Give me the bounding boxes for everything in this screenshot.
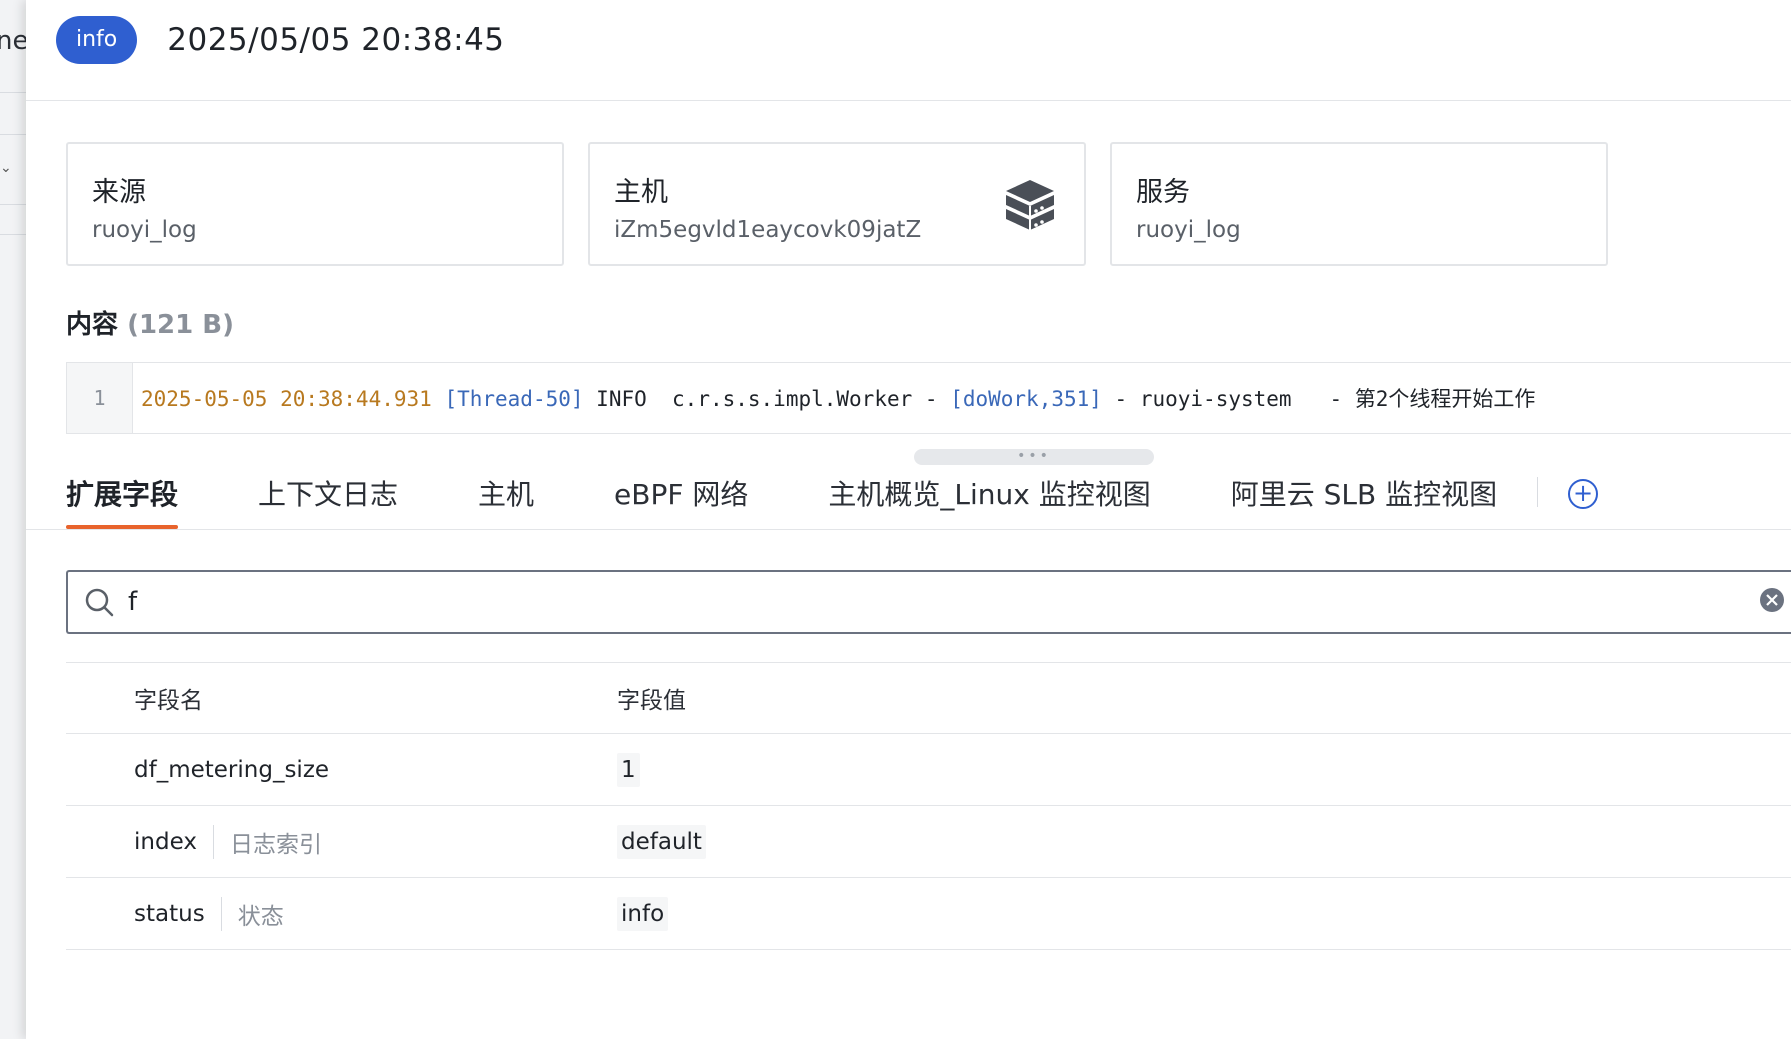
field-name-cell: index 日志索引	[66, 824, 617, 859]
log-line[interactable]: 2025-05-05 20:38:44.931 [Thread-50] INFO…	[133, 383, 1535, 413]
source-card: 来源 ruoyi_log	[66, 142, 564, 266]
source-label: 来源	[92, 177, 146, 208]
source-value: ruoyi_log	[92, 217, 197, 243]
service-label: 服务	[1136, 177, 1190, 208]
divider	[0, 92, 26, 93]
field-search-box[interactable]	[66, 570, 1791, 634]
field-value[interactable]: 1	[617, 752, 640, 787]
service-card: 服务 ruoyi_log	[1110, 142, 1608, 266]
divider	[0, 234, 26, 235]
log-timestamp: 2025/05/05 20:38:45	[167, 22, 505, 58]
log-line-level: INFO c.r.s.s.impl.Worker -	[583, 387, 951, 411]
chevron-down-icon[interactable]: ⌄	[0, 160, 12, 176]
log-line-method: [doWork,351]	[950, 387, 1102, 411]
log-line-thread: [Thread-50]	[444, 387, 584, 411]
content-size: (121 B)	[127, 310, 234, 340]
field-value-cell: 1	[617, 752, 640, 787]
field-value[interactable]: info	[617, 896, 669, 931]
field-name-cell: status 状态	[66, 896, 617, 931]
tab-context-logs[interactable]: 上下文日志	[258, 473, 398, 529]
tab-aliyun-slb[interactable]: 阿里云 SLB 监控视图	[1231, 473, 1497, 529]
detail-tabs: 扩展字段 上下文日志 主机 eBPF 网络 主机概览_Linux 监控视图 阿里…	[26, 460, 1791, 530]
content-title-text: 内容	[66, 310, 119, 340]
tab-extended-fields[interactable]: 扩展字段	[66, 473, 179, 529]
field-alias: 日志索引	[212, 824, 322, 859]
host-value: iZm5egvld1eaycovk09jatZ	[614, 217, 922, 243]
table-row[interactable]: index 日志索引 default	[66, 806, 1791, 878]
table-row[interactable]: df_metering_size 1	[66, 734, 1791, 806]
log-content-viewer[interactable]: 1 2025-05-05 20:38:44.931 [Thread-50] IN…	[66, 362, 1791, 434]
field-name: status	[134, 900, 205, 927]
background-page-strip: ne ⌄	[0, 0, 26, 1039]
field-value[interactable]: default	[617, 824, 706, 859]
field-value-cell: info	[617, 896, 669, 931]
divider	[0, 204, 26, 205]
search-icon	[85, 588, 114, 617]
tab-host-overview-linux[interactable]: 主机概览_Linux 监控视图	[828, 473, 1150, 529]
service-value: ruoyi_log	[1136, 217, 1241, 243]
fields-table: 字段名 字段值 df_metering_size 1 index 日志索引 de…	[66, 662, 1791, 950]
line-number: 1	[67, 363, 133, 433]
column-header-value: 字段值	[617, 688, 686, 714]
field-alias: 状态	[220, 896, 284, 931]
status-badge: info	[56, 16, 138, 64]
field-name: index	[134, 828, 197, 855]
search-input[interactable]	[128, 587, 1708, 617]
server-stack-icon	[1006, 180, 1054, 230]
divider	[0, 134, 26, 135]
tab-ebpf-network[interactable]: eBPF 网络	[614, 473, 748, 529]
add-tab-icon[interactable]: +	[1568, 479, 1599, 509]
tab-divider	[1537, 477, 1539, 507]
background-text-fragment: ne	[0, 26, 26, 56]
column-header-name: 字段名	[134, 688, 203, 714]
log-line-message: - ruoyi-system - 第2个线程开始工作	[1101, 387, 1536, 411]
content-section-title: 内容 (121 B)	[66, 304, 234, 341]
info-cards: 来源 ruoyi_log 主机 iZm5egvld1eaycovk09jatZ …	[66, 142, 1608, 266]
field-name: df_metering_size	[134, 756, 330, 783]
field-name-cell: df_metering_size	[66, 757, 617, 783]
field-value-cell: default	[617, 824, 706, 859]
drawer-header: info 2025/05/05 20:38:45	[26, 0, 1791, 101]
log-line-timestamp: 2025-05-05 20:38:44.931	[141, 387, 432, 411]
clear-icon[interactable]	[1758, 586, 1786, 614]
table-row[interactable]: status 状态 info	[66, 878, 1791, 950]
host-card[interactable]: 主机 iZm5egvld1eaycovk09jatZ	[588, 142, 1086, 266]
tab-host[interactable]: 主机	[478, 473, 534, 529]
host-label: 主机	[614, 177, 668, 208]
log-detail-drawer: info 2025/05/05 20:38:45 来源 ruoyi_log 主机…	[26, 0, 1791, 1039]
table-header: 字段名 字段值	[66, 662, 1791, 734]
